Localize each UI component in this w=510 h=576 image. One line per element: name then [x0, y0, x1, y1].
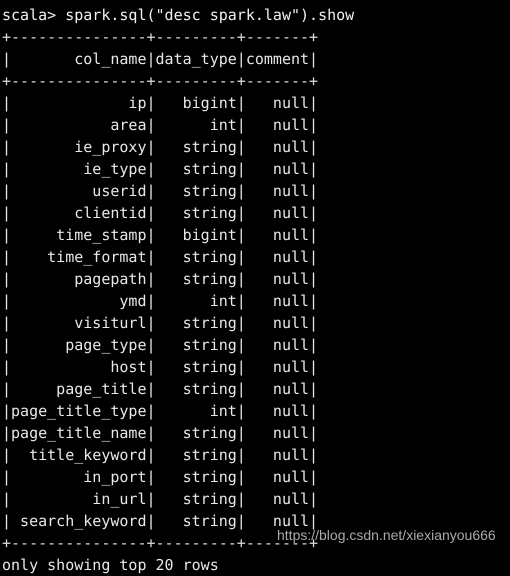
table-row: | in_port| string| null|	[2, 468, 319, 486]
row-count-footer: only showing top 20 rows	[2, 556, 219, 574]
table-row: | area| int| null|	[2, 116, 319, 134]
table-row: | userid| string| null|	[2, 182, 319, 200]
table-row: | ip| bigint| null|	[2, 94, 319, 112]
table-row: | page_title| string| null|	[2, 380, 319, 398]
table-row: | page_type| string| null|	[2, 336, 319, 354]
table-row: |page_title_type| int| null|	[2, 402, 319, 420]
scala-prompt-line: scala> spark.sql("desc spark.law").show	[2, 6, 355, 24]
table-row: |page_title_name| string| null|	[2, 424, 319, 442]
table-top-separator: +---------------+---------+-------+	[2, 28, 319, 46]
table-header-separator: +---------------+---------+-------+	[2, 72, 319, 90]
table-row: | in_url| string| null|	[2, 490, 319, 508]
table-row: | visiturl| string| null|	[2, 314, 319, 332]
csdn-watermark: https://blog.csdn.net/xiexianyou666	[277, 527, 496, 543]
table-row: | pagepath| string| null|	[2, 270, 319, 288]
table-row: | time_format| string| null|	[2, 248, 319, 266]
table-body: | ip| bigint| null| | area| int| null| | i…	[2, 92, 510, 532]
table-row: | ie_proxy| string| null|	[2, 138, 319, 156]
table-row: | clientid| string| null|	[2, 204, 319, 222]
table-row: | ie_type| string| null|	[2, 160, 319, 178]
terminal-window: scala> spark.sql("desc spark.law").show …	[0, 0, 510, 574]
table-header-row: | col_name|data_type|comment|	[2, 50, 319, 68]
table-row: | host| string| null|	[2, 358, 319, 376]
table-row: | title_keyword| string| null|	[2, 446, 319, 464]
table-row: | time_stamp| bigint| null|	[2, 226, 319, 244]
table-row: | ymd| int| null|	[2, 292, 319, 310]
